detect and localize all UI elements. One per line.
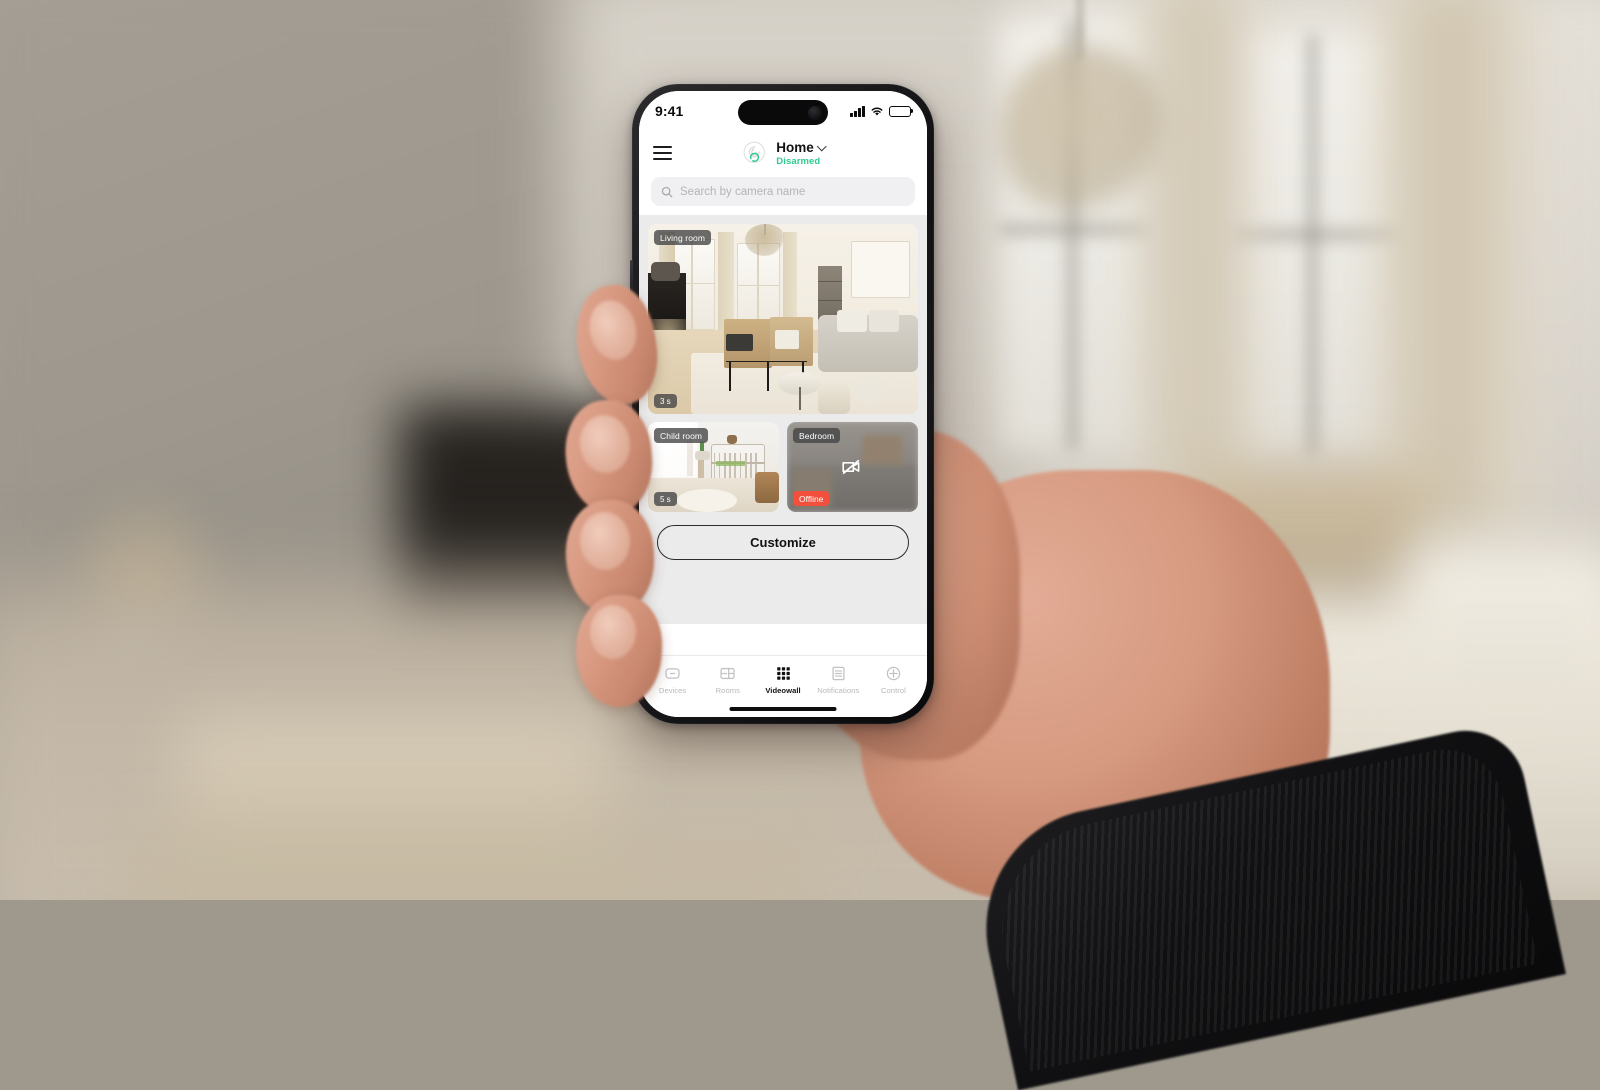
phone-screen: 9:41	[639, 91, 927, 717]
rooms-layout-icon	[719, 665, 736, 682]
home-indicator	[730, 707, 837, 711]
camera-label: Living room	[654, 230, 711, 245]
status-indicators	[850, 106, 911, 117]
tab-label: Videowall	[765, 686, 800, 695]
app-header: Home Disarmed	[639, 131, 927, 175]
search-section	[639, 175, 927, 215]
search-bar[interactable]	[651, 177, 915, 206]
tab-label: Notifications	[817, 686, 859, 695]
camera-feed-living-room	[648, 224, 918, 414]
tab-notifications[interactable]: Notifications	[811, 665, 866, 695]
camera-tile-child-room[interactable]: Child room 5 s	[648, 422, 779, 512]
device-minus-icon	[664, 665, 681, 682]
status-time: 9:41	[655, 103, 683, 119]
tab-label: Rooms	[716, 686, 740, 695]
plus-circle-icon	[885, 665, 902, 682]
wifi-icon	[870, 106, 884, 117]
phone-device: 9:41	[632, 84, 934, 724]
camera-label: Child room	[654, 428, 708, 443]
customize-button[interactable]: Customize	[657, 525, 909, 560]
camera-offline-badge: Offline	[793, 491, 829, 506]
camera-label: Bedroom	[793, 428, 840, 443]
grid-videowall-icon	[775, 665, 792, 682]
header-home-selector[interactable]: Home Disarmed	[739, 138, 827, 168]
customize-section: Customize	[648, 512, 918, 560]
signal-bars-icon	[850, 106, 865, 117]
camera-tile-bedroom[interactable]: Bedroom Offline	[787, 422, 918, 512]
spiral-brand-logo-icon	[739, 138, 769, 168]
camera-latency-badge: 3 s	[654, 394, 677, 408]
fingernail	[590, 605, 636, 659]
home-name-row[interactable]: Home	[776, 140, 827, 155]
tab-control[interactable]: Control	[866, 665, 921, 695]
front-camera-icon	[808, 106, 822, 120]
search-icon	[661, 186, 673, 198]
tab-rooms[interactable]: Rooms	[700, 665, 755, 695]
hamburger-menu-icon[interactable]	[653, 146, 672, 159]
camera-tile-row: Child room 5 s	[648, 422, 918, 512]
header-text-block: Home Disarmed	[776, 140, 827, 167]
videowall-content: Living room 3 s	[639, 215, 927, 624]
bottom-tab-bar: Devices Rooms	[639, 655, 927, 717]
list-document-icon	[830, 665, 847, 682]
search-input[interactable]	[680, 186, 905, 198]
dynamic-island	[738, 100, 828, 125]
camera-tile-living-room[interactable]: Living room 3 s	[648, 224, 918, 414]
ios-status-bar: 9:41	[639, 91, 927, 131]
tab-label: Control	[881, 686, 906, 695]
chevron-down-icon[interactable]	[818, 143, 827, 152]
camera-off-icon	[841, 455, 865, 479]
page-title: Home	[776, 140, 814, 155]
camera-latency-badge: 5 s	[654, 492, 677, 506]
tab-label: Devices	[659, 686, 686, 695]
battery-full-icon	[889, 106, 911, 117]
status-badge: Disarmed	[776, 156, 827, 167]
tab-videowall[interactable]: Videowall	[755, 665, 810, 695]
